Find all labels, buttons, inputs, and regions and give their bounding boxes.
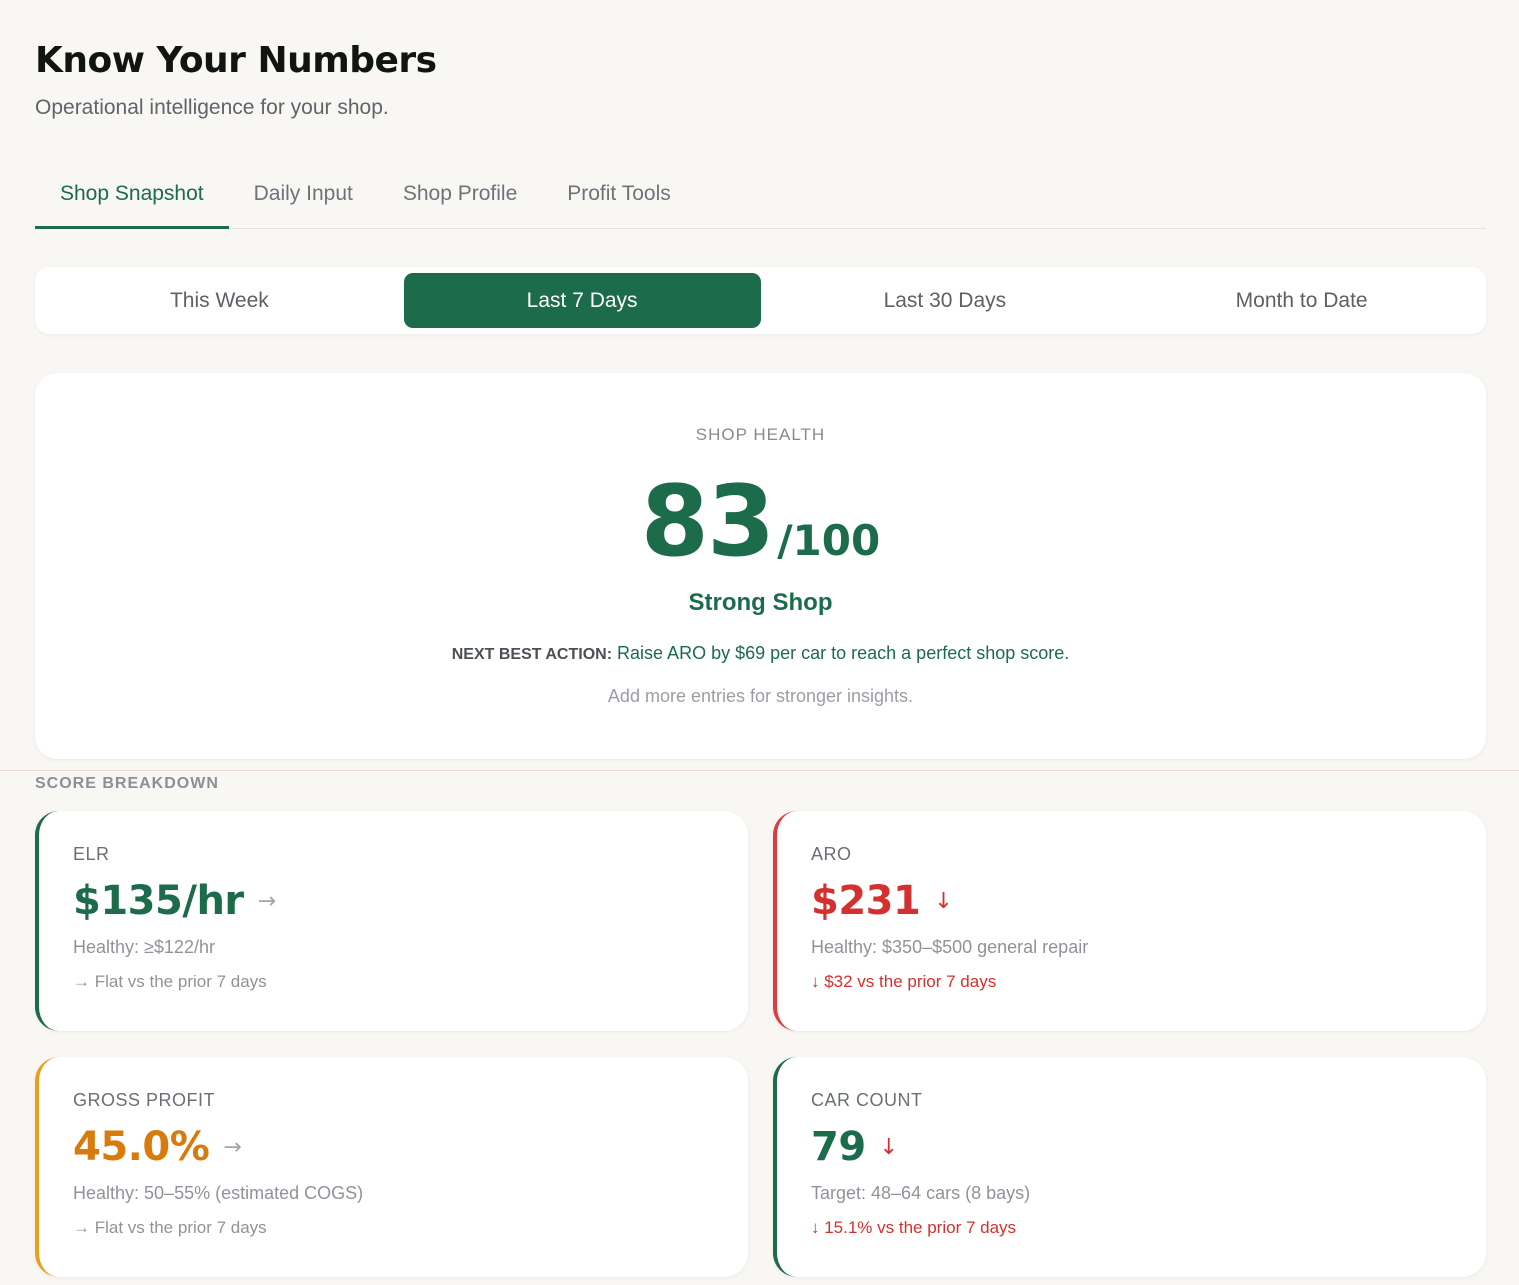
metric-card-gross-profit: GROSS PROFIT 45.0% → Healthy: 50–55% (es… xyxy=(35,1057,748,1277)
trend-down-icon: ↓ xyxy=(879,1134,899,1160)
page-subtitle: Operational intelligence for your shop. xyxy=(35,96,389,119)
metric-card-elr: ELR $135/hr → Healthy: ≥$122/hr → Flat v… xyxy=(35,811,748,1031)
next-best-action-label: NEXT BEST ACTION: xyxy=(451,646,613,663)
metric-name: GROSS PROFIT xyxy=(73,1090,216,1110)
tab-shop-snapshot[interactable]: Shop Snapshot xyxy=(35,160,229,229)
health-note: Add more entries for stronger insights. xyxy=(607,686,914,706)
section-divider xyxy=(0,770,1519,771)
main-tabs: Shop Snapshot Daily Input Shop Profile P… xyxy=(35,160,1486,229)
metric-name: CAR COUNT xyxy=(811,1090,923,1110)
shop-health-score: 83 /100 xyxy=(35,473,1486,571)
tab-profit-tools[interactable]: Profit Tools xyxy=(542,160,696,228)
metric-value: $135/hr xyxy=(73,878,244,924)
date-range-selector: This Week Last 7 Days Last 30 Days Month… xyxy=(35,267,1486,334)
next-best-action-text: Raise ARO by $69 per car to reach a perf… xyxy=(612,643,1070,663)
range-last-7-days-button[interactable]: Last 7 Days xyxy=(403,273,761,328)
metric-card-aro: ARO $231 ↓ Healthy: $350–$500 general re… xyxy=(773,811,1486,1031)
metric-value: 79 xyxy=(811,1124,866,1170)
metric-change: → Flat vs the prior 7 days xyxy=(73,1218,267,1237)
metric-value: 45.0% xyxy=(73,1124,210,1170)
metric-healthy-range: Target: 48–64 cars (8 bays) xyxy=(811,1183,1031,1203)
health-score-value: 83 xyxy=(640,465,775,579)
tab-shop-profile[interactable]: Shop Profile xyxy=(378,160,542,228)
health-status: Strong Shop xyxy=(688,589,833,616)
health-score-max: /100 xyxy=(777,516,881,565)
next-best-action: NEXT BEST ACTION: Raise ARO by $69 per c… xyxy=(35,643,1486,664)
metric-name: ELR xyxy=(73,844,110,864)
score-breakdown-heading: SCORE BREAKDOWN xyxy=(35,775,219,792)
shop-health-card: SHOP HEALTH 83 /100 Strong Shop NEXT BES… xyxy=(35,373,1486,759)
page-title: Know Your Numbers xyxy=(35,40,437,81)
trend-flat-icon: → xyxy=(223,1134,242,1160)
metric-value: $231 xyxy=(811,878,921,924)
range-month-to-date-button[interactable]: Month to Date xyxy=(1123,273,1480,328)
trend-flat-icon: → xyxy=(257,888,277,914)
metric-card-car-count: CAR COUNT 79 ↓ Target: 48–64 cars (8 bay… xyxy=(773,1057,1486,1277)
metric-healthy-range: Healthy: ≥$122/hr xyxy=(73,937,215,957)
metric-healthy-range: Healthy: $350–$500 general repair xyxy=(811,937,1089,957)
metric-change: ↓ $32 vs the prior 7 days xyxy=(811,972,997,991)
trend-down-icon: ↓ xyxy=(934,888,953,914)
metric-healthy-range: Healthy: 50–55% (estimated COGS) xyxy=(73,1183,364,1203)
metric-change: → Flat vs the prior 7 days xyxy=(73,972,267,991)
shop-health-label: SHOP HEALTH xyxy=(695,425,826,444)
range-this-week-button[interactable]: This Week xyxy=(41,273,398,328)
range-last-30-days-button[interactable]: Last 30 Days xyxy=(767,273,1124,328)
metric-change: ↓ 15.1% vs the prior 7 days xyxy=(811,1218,1017,1237)
tab-daily-input[interactable]: Daily Input xyxy=(229,160,378,228)
metric-name: ARO xyxy=(811,844,852,864)
